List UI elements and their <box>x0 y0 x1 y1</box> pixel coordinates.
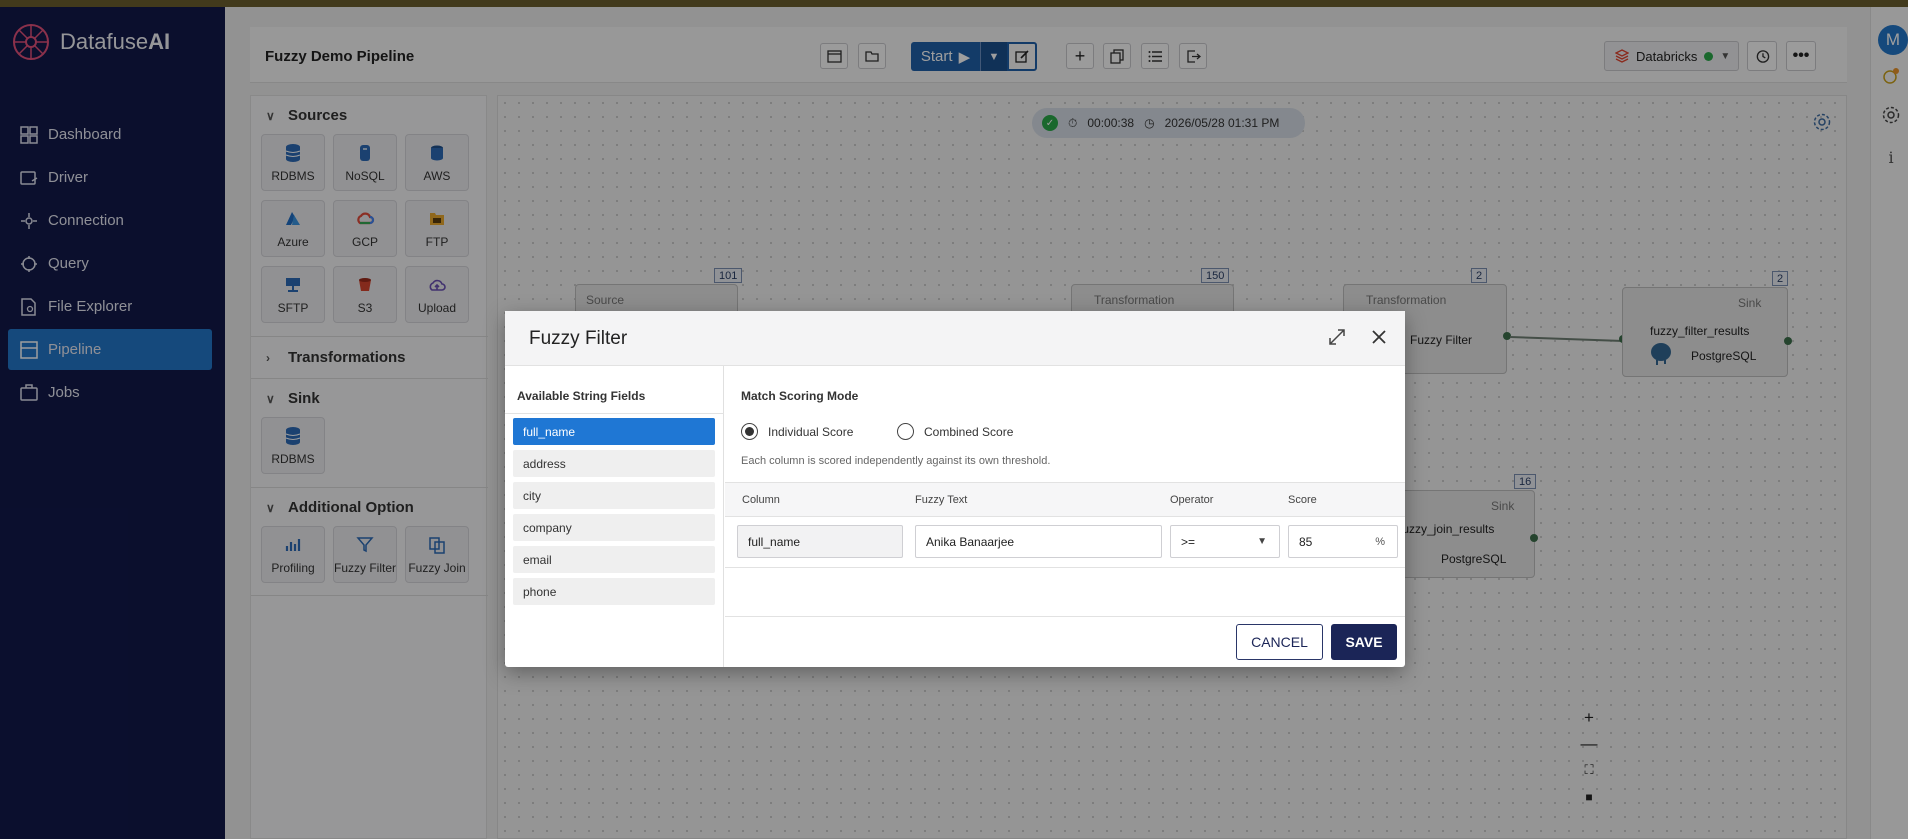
radio-combined-score[interactable]: Combined Score <box>897 423 1013 440</box>
field-item-full-name[interactable]: full_name <box>513 418 715 445</box>
radio-selected-icon <box>741 423 758 440</box>
score-unit: % <box>1375 535 1385 548</box>
radio-individual-score[interactable]: Individual Score <box>741 423 853 440</box>
divider <box>725 616 1405 617</box>
column-cell: full_name <box>737 525 903 558</box>
fuzzy-filter-dialog: Fuzzy Filter Available String Fields ful… <box>505 311 1405 667</box>
score-value: 85 <box>1299 534 1313 549</box>
expand-icon[interactable] <box>1325 325 1349 349</box>
field-item-phone[interactable]: phone <box>513 578 715 605</box>
field-item-city[interactable]: city <box>513 482 715 509</box>
divider <box>505 413 724 414</box>
radio-label: Combined Score <box>924 424 1014 439</box>
col-head-operator: Operator <box>1170 494 1214 506</box>
cancel-button[interactable]: CANCEL <box>1236 624 1323 660</box>
dialog-header: Fuzzy Filter <box>505 311 1405 366</box>
scoring-mode-description: Each column is scored independently agai… <box>741 455 1051 467</box>
operator-select[interactable]: >= ▼ <box>1170 525 1280 558</box>
radio-unselected-icon <box>897 423 914 440</box>
scoring-mode-heading: Match Scoring Mode <box>741 389 859 403</box>
fuzzy-text-input[interactable]: Anika Banaarjee <box>915 525 1162 558</box>
divider <box>725 567 1405 568</box>
fields-heading: Available String Fields <box>517 389 646 403</box>
save-button[interactable]: SAVE <box>1331 624 1397 660</box>
radio-label: Individual Score <box>768 424 854 439</box>
field-item-address[interactable]: address <box>513 450 715 477</box>
available-fields-pane: Available String Fields full_name addres… <box>505 366 724 667</box>
close-icon[interactable] <box>1367 325 1391 349</box>
table-header: Column Fuzzy Text Operator Score <box>725 482 1405 517</box>
operator-value: >= <box>1181 534 1196 549</box>
col-head-fuzzy-text: Fuzzy Text <box>915 494 968 506</box>
field-item-company[interactable]: company <box>513 514 715 541</box>
col-head-score: Score <box>1288 494 1317 506</box>
match-config-pane: Match Scoring Mode Individual Score Comb… <box>725 366 1405 616</box>
field-item-email[interactable]: email <box>513 546 715 573</box>
chevron-down-icon: ▼ <box>1257 536 1267 547</box>
score-input[interactable]: 85 % <box>1288 525 1398 558</box>
dialog-title: Fuzzy Filter <box>529 328 628 349</box>
col-head-column: Column <box>742 494 780 506</box>
